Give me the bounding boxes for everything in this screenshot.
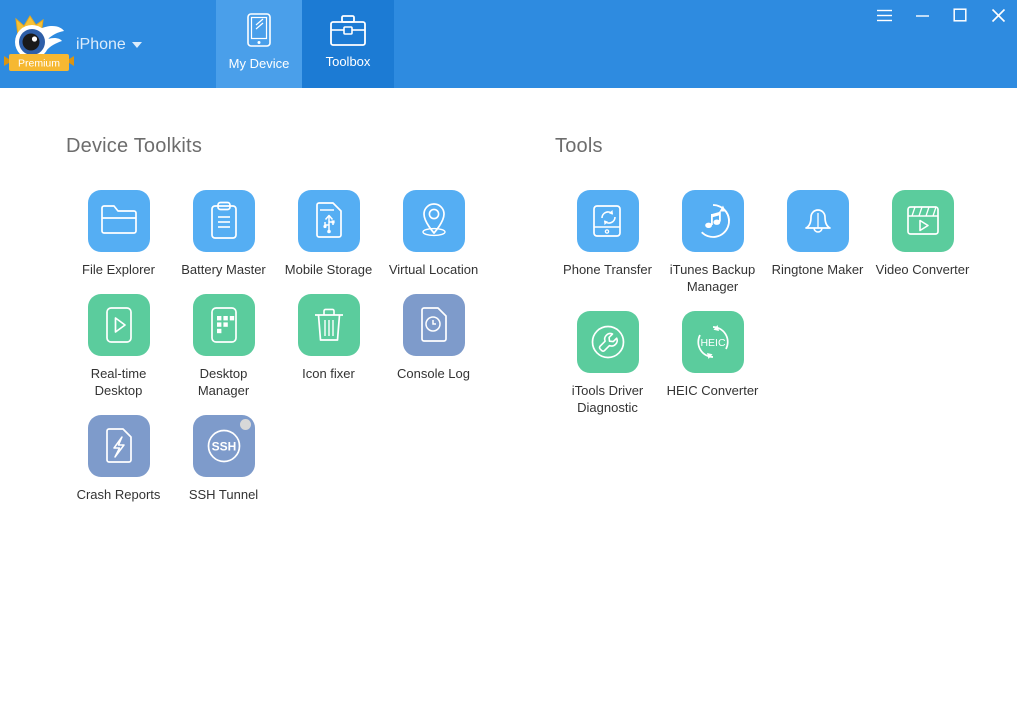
tool-tile: HEIC [681,311,744,373]
tool-label: Battery Master [181,262,266,277]
tool-icon-fixer[interactable]: Icon fixer [276,294,381,399]
bolt-document-icon [105,428,132,463]
tool-itools-driver-diagnostic[interactable]: iTools Driver Diagnostic [555,311,660,416]
tool-label: Desktop Manager [197,366,250,398]
window-controls [873,4,1009,26]
brand-area: Premium iPhone [0,0,216,88]
toolbox-content: Device Toolkits File Explorer Battery Ma… [0,88,1017,715]
usb-document-icon [315,202,342,238]
clipboard-icon [210,201,237,239]
tool-label: Ringtone Maker [771,262,864,277]
ssh-circle-icon: SSH [207,429,240,463]
tool-heic-converter[interactable]: HEIC HEIC Converter [660,311,765,416]
tool-label: Crash Reports [76,487,161,502]
menu-icon[interactable] [873,4,895,26]
tool-label: File Explorer [82,262,155,277]
bell-icon [804,209,831,233]
tool-tile [192,294,255,356]
close-icon[interactable] [987,4,1009,26]
tools-grid: Phone Transfer iTunes Backup Manager Rin… [555,190,975,432]
tool-real-time-desktop[interactable]: Real-time Desktop [66,294,171,399]
folder-icon [100,205,137,234]
music-refresh-icon [700,204,730,238]
device-label: iPhone [76,36,126,53]
tool-tile [192,190,255,252]
section-tools: Tools Phone Transfer iTunes Backup Manag… [555,88,975,432]
tool-tile [87,415,150,477]
tool-console-log[interactable]: Console Log [381,294,486,399]
svg-text:HEIC: HEIC [700,337,726,349]
tool-label: iTools Driver Diagnostic [571,383,644,415]
tool-label: Real-time Desktop [90,366,147,398]
app-logo: Premium [4,13,74,75]
tool-tile: SSH [192,415,255,477]
tool-file-explorer[interactable]: File Explorer [66,190,171,278]
maximize-icon[interactable] [949,4,971,26]
device-selector[interactable]: iPhone [76,36,142,54]
tool-ringtone-maker[interactable]: Ringtone Maker [765,190,870,295]
tool-label: iTunes Backup Manager [669,262,756,294]
tool-label: SSH Tunnel [188,487,259,502]
tool-desktop-manager[interactable]: Desktop Manager [171,294,276,399]
tool-tile [87,294,150,356]
minimize-icon[interactable] [911,4,933,26]
tool-label: Virtual Location [388,262,479,277]
section-title-device-toolkits: Device Toolkits [66,135,203,157]
chevron-down-icon [131,42,142,48]
tool-video-converter[interactable]: Video Converter [870,190,975,295]
tool-tile [681,190,744,252]
play-screen-icon [105,307,132,343]
section-device-toolkits: Device Toolkits File Explorer Battery Ma… [66,88,526,519]
section-title-tools: Tools [555,135,603,157]
tool-label: Phone Transfer [563,262,652,277]
film-play-icon [906,206,939,235]
trash-icon [314,308,343,341]
tool-tile [576,311,639,373]
tool-tile [891,190,954,252]
tool-label: HEIC Converter [666,383,759,398]
tool-tile [576,190,639,252]
svg-text:SSH: SSH [211,440,236,454]
tool-label: Video Converter [875,262,970,277]
device-toolkits-grid: File Explorer Battery Master Mobile Stor… [66,190,526,519]
phone-sync-icon [592,205,621,237]
tool-tile [297,190,360,252]
tool-tile [87,190,150,252]
tab-toolbox[interactable]: Toolbox [302,0,394,88]
tool-label: Mobile Storage [284,262,373,277]
heic-refresh-icon: HEIC [696,325,729,359]
map-pin-icon [421,203,446,237]
tool-ssh-tunnel[interactable]: SSH SSH Tunnel [171,415,276,503]
tool-mobile-storage[interactable]: Mobile Storage [276,190,381,278]
wrench-icon [591,325,624,359]
tab-toolbox-label: Toolbox [325,53,371,69]
tool-tile [402,294,465,356]
tool-virtual-location[interactable]: Virtual Location [381,190,486,278]
app-grid-icon [210,307,237,343]
tool-phone-transfer[interactable]: Phone Transfer [555,190,660,295]
tool-tile [402,190,465,252]
status-badge [239,419,251,430]
tab-my-device-label: My Device [228,55,290,71]
tool-itunes-backup-manager[interactable]: iTunes Backup Manager [660,190,765,295]
briefcase-icon [330,14,366,46]
tool-tile [297,294,360,356]
tool-label: Console Log [397,366,470,381]
tool-tile [786,190,849,252]
tab-my-device[interactable]: My Device [216,0,302,88]
title-bar: Premium iPhone My Device Toolbox [0,0,1017,88]
premium-ribbon: Premium [4,54,74,71]
tool-label: Icon fixer [302,366,355,381]
main-tabs: My Device Toolbox [216,0,394,88]
tool-crash-reports[interactable]: Crash Reports [66,415,171,503]
tool-battery-master[interactable]: Battery Master [171,190,276,278]
tablet-icon [247,12,271,47]
clock-document-icon [420,307,447,342]
premium-badge-text: Premium [18,58,60,70]
